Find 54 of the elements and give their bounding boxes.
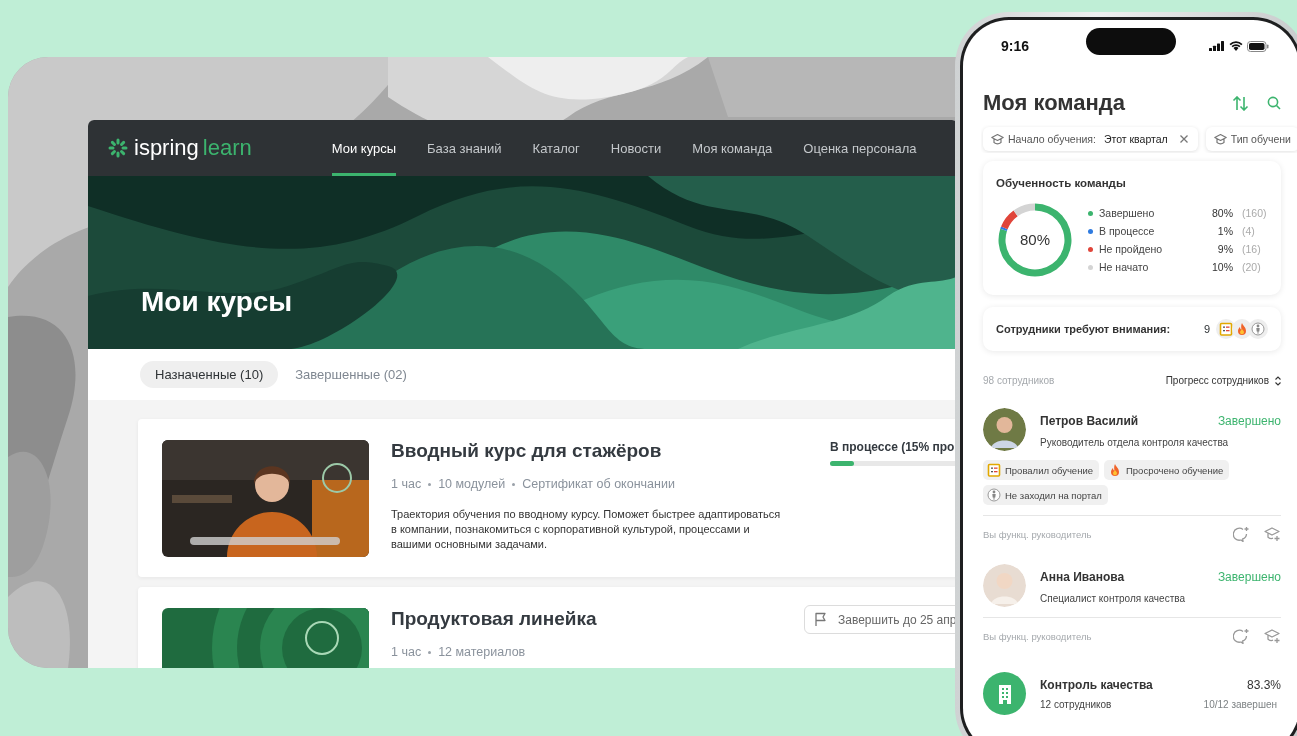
employee-status: Завершено [1217, 570, 1281, 584]
employee-name[interactable]: Анна Иванова [1040, 570, 1125, 584]
screen-title: Моя команда [983, 90, 1125, 116]
department-count: 12 сотрудников [1040, 699, 1112, 710]
status-time: 9:16 [1001, 38, 1030, 54]
wifi-icon [1229, 41, 1243, 51]
legend-label: В процессе [1099, 225, 1155, 237]
search-icon[interactable] [1267, 96, 1281, 110]
tag-label: Не заходил на портал [1005, 489, 1102, 501]
comment-plus-icon[interactable] [1233, 526, 1250, 542]
employee-role: Специалист контроля качества [1040, 593, 1186, 604]
cap-plus-icon[interactable] [1264, 526, 1281, 542]
tag-label: Провалил обучение [1005, 464, 1093, 476]
legend-percent: 10% [1212, 261, 1233, 273]
signal-icon [1209, 41, 1225, 51]
person-icon [1251, 322, 1265, 336]
department-name[interactable]: Контроль качества [1040, 678, 1153, 692]
employee-footer: Вы функц. руководитель [983, 528, 1092, 540]
completed-count: 10/12 завершен [1203, 699, 1277, 710]
comment-plus-icon[interactable] [1233, 628, 1250, 644]
fire-icon [1235, 322, 1249, 336]
sort-dropdown[interactable]: Прогресс сотрудников [1165, 375, 1281, 386]
close-icon[interactable] [1177, 133, 1190, 145]
updown-icon [1275, 375, 1281, 386]
cap-plus-icon[interactable] [1264, 628, 1281, 644]
attention-card[interactable]: Сотрудники требуют внимания: 9 [983, 307, 1281, 351]
legend-count: (16) [1242, 243, 1262, 255]
attention-label: Сотрудники требуют внимания: [996, 323, 1171, 335]
employee-footer: Вы функц. руководитель [983, 630, 1092, 642]
legend-count: (20) [1242, 261, 1262, 273]
donut-center-label: 80% [1019, 231, 1051, 248]
department-percent: 83.3% [1246, 678, 1281, 692]
tag-label: Просрочено обучение [1126, 464, 1224, 476]
legend-percent: 1% [1217, 225, 1233, 237]
employee-status: Завершено [1217, 414, 1281, 428]
employee-role: Руководитель отдела контроля качества [1040, 437, 1230, 448]
legend-label: Не начато [1099, 261, 1149, 273]
legend-count: (4) [1242, 225, 1256, 237]
card-title: Обученность команды [996, 177, 1127, 189]
battery-icon [1247, 40, 1269, 52]
legend-percent: 80% [1212, 207, 1233, 219]
sort-icon[interactable] [1232, 95, 1249, 111]
fire-icon [1108, 463, 1122, 477]
filter-chip[interactable]: Тип обучени [1205, 127, 1297, 151]
legend-percent: 9% [1217, 243, 1233, 255]
graduation-cap-icon [1213, 133, 1227, 145]
building-icon [983, 672, 1026, 715]
employee-name[interactable]: Петров Василий [1040, 414, 1139, 428]
legend-label: Завершено [1099, 207, 1155, 219]
filter-chip[interactable]: Начало обучения: Этот квартал [983, 127, 1198, 151]
legend-label: Не пройдено [1099, 243, 1163, 255]
attention-count: 9 [1203, 323, 1210, 335]
legend-count: (160) [1242, 207, 1268, 219]
clipboard-icon [1219, 322, 1233, 336]
